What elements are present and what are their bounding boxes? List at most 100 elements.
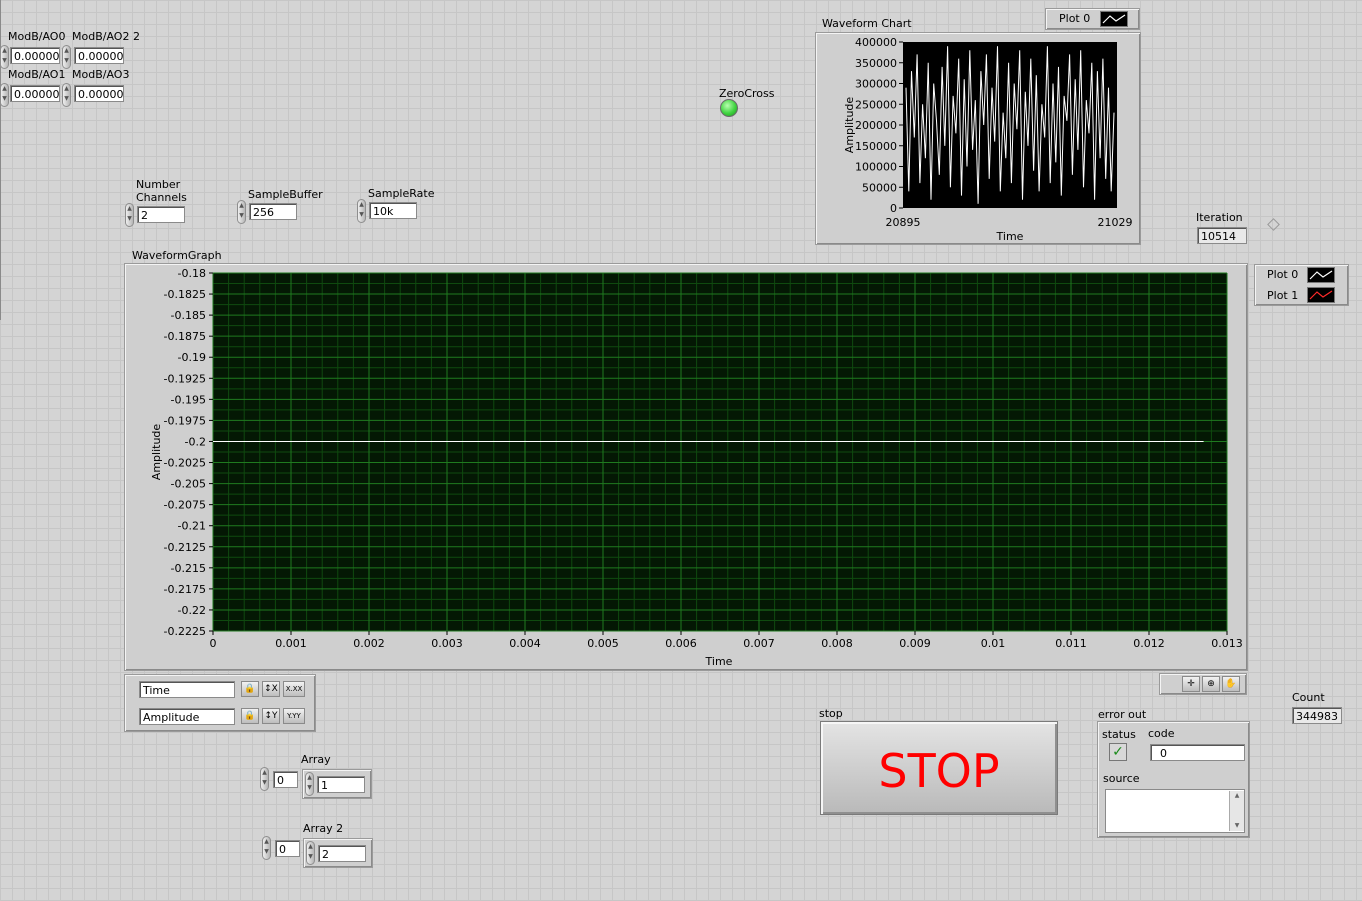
waveform-graph-xtick-label: 0.004 [509, 637, 541, 650]
lock-icon[interactable]: 🔒 [241, 681, 259, 697]
waveform-graph-ytick-label: -0.21 [178, 520, 206, 533]
graph-palette: ✛ ⊕ ✋ [1159, 673, 1247, 695]
ao3-label: ModB/AO3 [72, 68, 130, 81]
waveform-graph-xtick-label: 0.01 [981, 637, 1006, 650]
line-plot-icon [1309, 270, 1333, 280]
number-channels-label-line2: Channels [136, 191, 187, 204]
waveform-chart-ytick-label: 350000 [855, 57, 897, 70]
checkmark-icon: ✓ [1109, 743, 1127, 761]
waveform-graph-ytick-label: -0.2175 [164, 583, 206, 596]
scroll-up-icon[interactable]: ▲ [1230, 791, 1244, 801]
array-index-increment-decrement[interactable]: ▲ ▼ [260, 767, 269, 791]
waveform-chart-legend-label: Plot 0 [1059, 12, 1091, 25]
waveform-chart-ytick-label: 300000 [855, 78, 897, 91]
waveform-graph-ytick-label: -0.22 [178, 604, 206, 617]
waveform-graph-xtick-label: 0.003 [431, 637, 463, 650]
waveform-graph-ytick-label: -0.2 [185, 435, 206, 448]
sample-buffer-increment-decrement[interactable]: ▲ ▼ [237, 200, 246, 224]
line-plot-icon [1102, 14, 1126, 24]
waveform-graph-ytick-label: -0.2075 [164, 499, 206, 512]
ao3-increment-decrement[interactable]: ▲ ▼ [62, 83, 71, 107]
waveform-graph-title: WaveformGraph [132, 249, 222, 262]
waveform-graph-xtick-label: 0.008 [821, 637, 853, 650]
x-format-button[interactable]: X.XX [283, 681, 305, 697]
waveform-graph-legend[interactable]: Plot 0 Plot 1 [1254, 264, 1349, 306]
array2-element-input[interactable]: 2 [318, 845, 366, 862]
error-source-scrollbar[interactable]: ▲ ▼ [1229, 791, 1244, 831]
ao0-input[interactable]: 0.000000 [10, 47, 60, 64]
waveform-graph-xtick-label: 0.006 [665, 637, 697, 650]
waveform-graph-xtick-label: 0.002 [353, 637, 385, 650]
number-channels-increment-decrement[interactable]: ▲ ▼ [125, 203, 134, 227]
waveform-chart-legend[interactable]: Plot 0 [1045, 8, 1140, 30]
ao2-increment-decrement[interactable]: ▲ ▼ [62, 45, 71, 69]
waveform-graph-xtick-label: 0.012 [1133, 637, 1165, 650]
array-index-input[interactable]: 0 [273, 771, 298, 788]
waveform-chart-ytick-label: 400000 [855, 36, 897, 49]
graph-legend-plot0-swatch [1307, 267, 1335, 283]
ao1-label: ModB/AO1 [8, 68, 66, 81]
sample-buffer-input[interactable]: 256 [249, 203, 297, 220]
graph-legend-plot1-swatch [1307, 287, 1335, 303]
ao1-increment-decrement[interactable]: ▲ ▼ [0, 83, 9, 107]
pan-hand-icon[interactable]: ✋ [1222, 676, 1240, 692]
waveform-graph-ytick-label: -0.1975 [164, 414, 206, 427]
waveform-chart-legend-swatch [1100, 11, 1128, 27]
waveform-graph: -0.18 -0.1825 -0.185 -0.1875 -0.19 -0.1925 -0.… [150, 267, 1243, 668]
ao3-input[interactable]: 0.000000 [74, 85, 124, 102]
error-code-label: code [1148, 727, 1175, 740]
waveform-chart-ytick-label: 250000 [855, 98, 897, 111]
array-element-input[interactable]: 1 [317, 776, 365, 793]
sample-rate-label: SampleRate [368, 187, 435, 200]
number-channels-input[interactable]: 2 [137, 206, 185, 223]
iteration-label: Iteration [1196, 211, 1243, 224]
stop-button[interactable]: STOP [820, 721, 1058, 815]
sample-rate-increment-decrement[interactable]: ▲ ▼ [357, 199, 366, 223]
scale-legend: Time 🔒 ↕X X.XX Amplitude 🔒 ↕Y Y.YY [124, 674, 316, 732]
waveform-graph-ytick-label: -0.2025 [164, 457, 206, 470]
y-autoscale-icon[interactable]: ↕Y [262, 708, 280, 724]
waveform-chart-ytick-label: 200000 [855, 119, 897, 132]
sample-rate-input[interactable]: 10k [369, 202, 417, 219]
ao0-label: ModB/AO0 [8, 30, 66, 43]
waveform-chart-xmin-label: 20895 [886, 216, 921, 229]
count-indicator: 344983 [1292, 707, 1342, 724]
waveform-graph-ytick-label: -0.205 [171, 478, 206, 491]
ao0-increment-decrement[interactable]: ▲ ▼ [0, 45, 9, 69]
array-label: Array [301, 753, 331, 766]
array2-element-increment-decrement[interactable]: ▲ ▼ [306, 841, 315, 865]
array2-label: Array 2 [303, 822, 344, 835]
waveform-graph-ytick-label: -0.19 [178, 351, 206, 364]
waveform-graph-xtick-label: 0.005 [587, 637, 619, 650]
graph-legend-plot1-label: Plot 1 [1267, 289, 1299, 302]
lock-icon[interactable]: 🔒 [241, 708, 259, 724]
zoom-icon[interactable]: ⊕ [1202, 676, 1220, 692]
waveform-graph-ytick-label: -0.185 [171, 309, 206, 322]
waveform-graph-ytick-label: -0.18 [178, 267, 206, 280]
array2-index-input[interactable]: 0 [275, 840, 300, 857]
waveform-graph-xlabel: Time [705, 655, 733, 668]
array2-index-increment-decrement[interactable]: ▲ ▼ [262, 836, 271, 860]
ao1-input[interactable]: 0.000000 [10, 85, 60, 102]
x-autoscale-icon[interactable]: ↕X [262, 681, 280, 697]
line-plot-icon [1309, 290, 1333, 300]
waveform-chart-ytick-label: 150000 [855, 140, 897, 153]
x-scale-name[interactable]: Time [139, 681, 235, 698]
error-out-cluster: status ✓ code 0 source ▲ ▼ [1097, 721, 1250, 838]
ao2-input[interactable]: 0.000000 [74, 47, 124, 64]
waveform-graph-xtick-label: 0.013 [1211, 637, 1243, 650]
error-status-label: status [1102, 728, 1136, 741]
array-element-increment-decrement[interactable]: ▲ ▼ [305, 772, 314, 796]
waveform-chart-ylabel: Amplitude [843, 97, 856, 154]
waveform-chart-xlabel: Time [996, 230, 1024, 243]
error-out-label: error out [1098, 708, 1147, 721]
y-format-button[interactable]: Y.YY [283, 708, 305, 724]
graph-legend-plot0-label: Plot 0 [1267, 268, 1299, 281]
y-scale-name[interactable]: Amplitude [139, 708, 235, 725]
zerocross-led [720, 99, 738, 117]
error-source-label: source [1103, 772, 1140, 785]
cursor-move-icon[interactable]: ✛ [1182, 676, 1200, 692]
iteration-indicator: 10514 [1197, 227, 1247, 244]
scroll-down-icon[interactable]: ▼ [1230, 821, 1244, 831]
diamond-icon [1267, 218, 1280, 231]
